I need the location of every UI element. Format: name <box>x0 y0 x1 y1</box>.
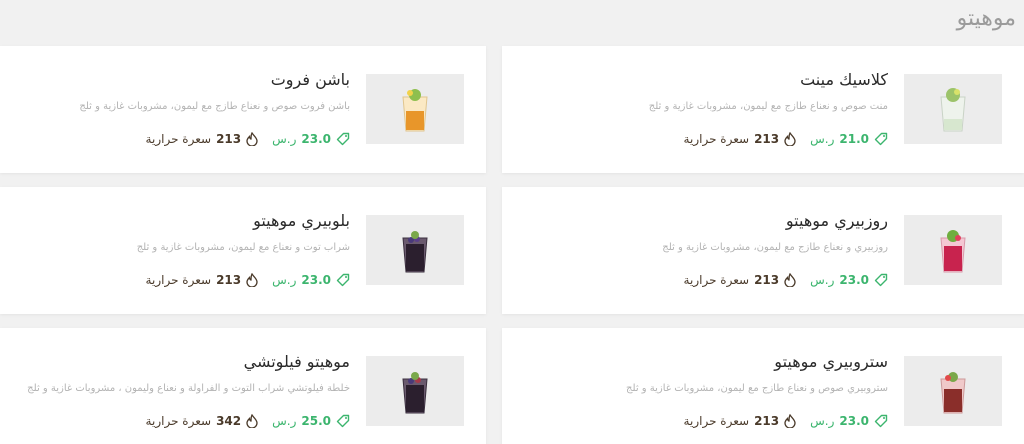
menu-item-card[interactable]: روزبيري موهيتو روزبيري و نعناع طازج مع ل… <box>502 187 1024 314</box>
calories-label: سعرة حرارية <box>145 132 212 146</box>
price-tag-icon <box>874 273 888 287</box>
calories-value: 213 <box>216 273 242 287</box>
price-value: 23.0 <box>839 414 869 428</box>
price-tag-icon <box>336 273 350 287</box>
item-name: باشن فروت <box>270 70 350 89</box>
item-name: كلاسيك مينت <box>800 70 888 89</box>
price-value: 23.0 <box>839 273 869 287</box>
item-description: ستروبيري صوص و نعناع طازج مع ليمون، مشرو… <box>626 383 888 394</box>
menu-page: موهيتو كلاسيك مينت منت صوص و نعناع طازج … <box>0 0 1024 444</box>
drink-image <box>904 74 1002 144</box>
price-tag-icon <box>336 132 350 146</box>
currency: ر.س <box>272 273 297 287</box>
item-price: 23.0 ر.س <box>810 414 888 428</box>
item-name: روزبيري موهيتو <box>785 211 888 230</box>
section-title: موهيتو <box>956 6 1016 31</box>
price-tag-icon <box>874 132 888 146</box>
calories-value: 213 <box>216 132 242 146</box>
item-meta: 23.0 ر.س 213 سعرة حرارية <box>684 414 888 428</box>
item-description: شراب توت و نعناع مع ليمون، مشروبات غازية… <box>136 242 350 253</box>
calories-label: سعرة حرارية <box>683 273 750 287</box>
currency: ر.س <box>272 414 297 428</box>
item-meta: 25.0 ر.س 342 سعرة حرارية <box>146 414 350 428</box>
item-description: خلطة فيلوتشي شراب التوت و الفراولة و نعن… <box>27 383 350 394</box>
currency: ر.س <box>272 132 297 146</box>
calories-value: 213 <box>754 273 780 287</box>
item-calories: 213 سعرة حرارية <box>146 273 259 287</box>
item-name: ستروبيري موهيتو <box>774 352 888 371</box>
item-meta: 23.0 ر.س 213 سعرة حرارية <box>684 273 888 287</box>
currency: ر.س <box>810 132 835 146</box>
price-value: 23.0 <box>301 273 331 287</box>
flame-icon <box>784 414 796 428</box>
item-calories: 213 سعرة حرارية <box>146 132 259 146</box>
menu-item-card[interactable]: ستروبيري موهيتو ستروبيري صوص و نعناع طاز… <box>502 328 1024 444</box>
item-meta: 21.0 ر.س 213 سعرة حرارية <box>684 132 888 146</box>
currency: ر.س <box>810 414 835 428</box>
calories-value: 342 <box>216 414 242 428</box>
menu-item-card[interactable]: كلاسيك مينت منت صوص و نعناع طازج مع ليمو… <box>502 46 1024 173</box>
drink-image <box>904 356 1002 426</box>
item-description: باشن فروت صوص و نعناع طازج مع ليمون، مشر… <box>79 101 350 112</box>
item-name: موهيتو فيلوتشي <box>243 352 350 371</box>
flame-icon <box>246 414 258 428</box>
price-value: 21.0 <box>839 132 869 146</box>
flame-icon <box>246 132 258 146</box>
item-price: 23.0 ر.س <box>272 132 350 146</box>
price-tag-icon <box>336 414 350 428</box>
menu-item-card[interactable]: موهيتو فيلوتشي خلطة فيلوتشي شراب التوت و… <box>0 328 486 444</box>
item-description: منت صوص و نعناع طازج مع ليمون، مشروبات غ… <box>648 101 888 112</box>
item-meta: 23.0 ر.س 213 سعرة حرارية <box>146 132 350 146</box>
item-calories: 342 سعرة حرارية <box>146 414 259 428</box>
drink-image <box>366 356 464 426</box>
item-calories: 213 سعرة حرارية <box>684 414 797 428</box>
drink-image <box>366 74 464 144</box>
item-price: 23.0 ر.س <box>272 273 350 287</box>
flame-icon <box>784 132 796 146</box>
item-calories: 213 سعرة حرارية <box>684 273 797 287</box>
price-value: 25.0 <box>301 414 331 428</box>
item-price: 21.0 ر.س <box>810 132 888 146</box>
item-calories: 213 سعرة حرارية <box>684 132 797 146</box>
flame-icon <box>246 273 258 287</box>
price-value: 23.0 <box>301 132 331 146</box>
calories-value: 213 <box>754 414 780 428</box>
item-meta: 23.0 ر.س 213 سعرة حرارية <box>146 273 350 287</box>
drink-image <box>366 215 464 285</box>
calories-label: سعرة حرارية <box>683 132 750 146</box>
calories-value: 213 <box>754 132 780 146</box>
calories-label: سعرة حرارية <box>145 273 212 287</box>
calories-label: سعرة حرارية <box>145 414 212 428</box>
item-price: 25.0 ر.س <box>272 414 350 428</box>
menu-item-card[interactable]: باشن فروت باشن فروت صوص و نعناع طازج مع … <box>0 46 486 173</box>
item-price: 23.0 ر.س <box>810 273 888 287</box>
calories-label: سعرة حرارية <box>683 414 750 428</box>
currency: ر.س <box>810 273 835 287</box>
menu-item-card[interactable]: بلوبيري موهيتو شراب توت و نعناع مع ليمون… <box>0 187 486 314</box>
item-description: روزبيري و نعناع طازج مع ليمون، مشروبات غ… <box>662 242 888 253</box>
flame-icon <box>784 273 796 287</box>
price-tag-icon <box>874 414 888 428</box>
drink-image <box>904 215 1002 285</box>
item-name: بلوبيري موهيتو <box>253 211 350 230</box>
